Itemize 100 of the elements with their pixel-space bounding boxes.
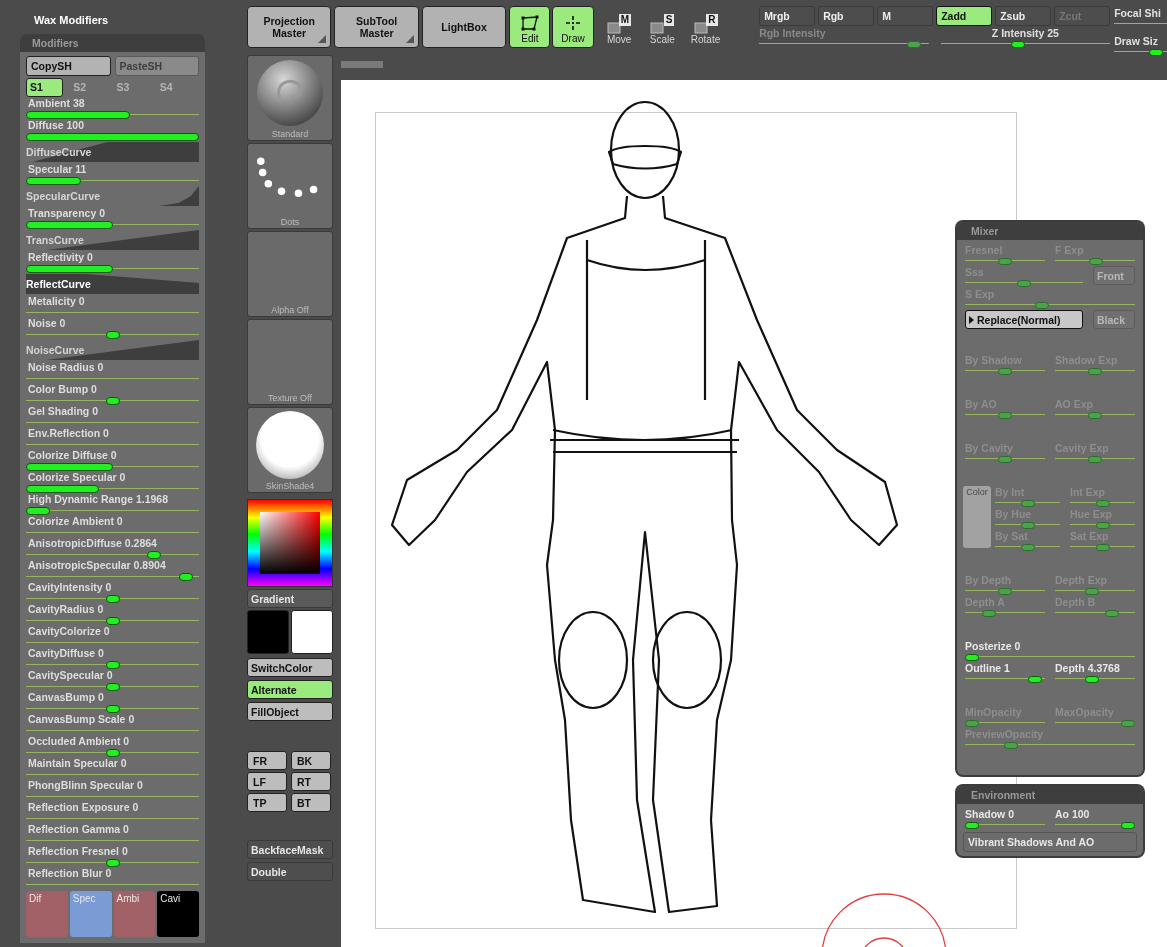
edit-frame-icon (519, 15, 540, 31)
slider-track[interactable] (965, 653, 1135, 660)
slider-label: Posterize 0 (965, 640, 1022, 653)
toggle-button[interactable]: Alternate (247, 680, 333, 699)
view-button[interactable]: BK (291, 751, 331, 770)
slider-label: CavityIntensity 0 (27, 581, 113, 594)
curve-graph[interactable] (26, 274, 199, 294)
slider-track[interactable] (26, 263, 199, 273)
slider-track[interactable] (26, 219, 199, 229)
draw-mode-button[interactable]: Mrgb (759, 6, 816, 26)
section-title[interactable]: Wax Modifiers (20, 12, 205, 34)
toolbar-button[interactable]: LightBox (421, 6, 507, 48)
slider-track[interactable] (1055, 719, 1135, 726)
transform-button[interactable]: M Move (599, 6, 639, 48)
toggle-button[interactable]: SwitchColor (247, 658, 333, 677)
slider-label: Reflection Gamma 0 (27, 823, 130, 836)
tile-label: Dots (280, 217, 300, 228)
transform-button[interactable]: R Rotate (685, 6, 726, 48)
color-swatch[interactable]: Color (963, 486, 991, 548)
slider-thumb[interactable] (105, 617, 120, 625)
slider-label: Outline 1 (965, 662, 1011, 675)
channel-swatch[interactable]: Cavi (157, 891, 199, 937)
view-button[interactable]: FR (247, 751, 287, 770)
view-button[interactable]: LF (247, 772, 287, 791)
slider-thumb[interactable] (105, 683, 120, 691)
slider-label: CanvasBump 0 (27, 691, 105, 704)
color-swatch[interactable] (247, 610, 289, 654)
slider-track[interactable] (26, 461, 199, 471)
shortcut-key: R (706, 14, 718, 26)
view-button[interactable]: TP (247, 793, 287, 812)
slider-track[interactable] (965, 719, 1045, 726)
toggle-button[interactable]: Vibrant Shadows And AO (963, 832, 1137, 852)
mode-button[interactable]: Edit (509, 6, 551, 48)
slider-thumb[interactable] (146, 551, 161, 559)
draw-mode-button[interactable]: Rgb (818, 6, 875, 26)
toggle-button[interactable]: FillObject (247, 702, 333, 721)
transform-button[interactable]: S Scale (642, 6, 682, 48)
slider-thumb[interactable] (105, 595, 120, 603)
view-button[interactable]: BT (291, 793, 331, 812)
slider-track[interactable] (1114, 48, 1167, 55)
gradient-button[interactable]: Gradient (247, 589, 333, 608)
triangle-icon (969, 315, 974, 324)
toolbar-button[interactable]: Projection Master (247, 6, 332, 48)
slider-track[interactable] (965, 675, 1045, 682)
toggle-button[interactable]: BackfaceMask (247, 840, 333, 859)
draw-mode-button[interactable]: Zsub (995, 6, 1052, 26)
slider-thumb[interactable] (1121, 822, 1135, 829)
toolbar-button[interactable]: SubTool Master (334, 6, 419, 48)
slider-label: PhongBlinn Specular 0 (27, 779, 144, 792)
slider-label: Ambient 38 (27, 97, 86, 110)
slider-thumb[interactable] (178, 573, 193, 581)
mode-button[interactable]: Draw (552, 6, 594, 48)
slider-label: Transparency 0 (27, 207, 107, 220)
tile-label: Texture Off (268, 393, 312, 404)
material-sphere-icon (255, 57, 325, 128)
slider-thumb[interactable] (1084, 676, 1099, 683)
slider-label: CavityRadius 0 (27, 603, 105, 616)
slider-track[interactable] (1114, 20, 1167, 27)
color-swatch[interactable] (291, 610, 333, 654)
slider-label: High Dynamic Range 1.1968 (27, 493, 170, 506)
slider-thumb[interactable] (105, 661, 120, 669)
panel-header[interactable]: Mixer (957, 222, 1143, 240)
toggle-button[interactable]: Double (247, 862, 333, 881)
slider-label: Occluded Ambient 0 (27, 735, 131, 748)
view-button[interactable]: RT (291, 772, 331, 791)
tile-label: SkinShade4 (265, 481, 315, 492)
slider-thumb[interactable] (105, 705, 120, 713)
slider-thumb[interactable] (1010, 41, 1025, 48)
slider-label: Diffuse 100 (27, 119, 86, 132)
slider-label: AnisotropicSpecular 0.8904 (27, 559, 167, 572)
channel-swatch[interactable]: Dif (26, 891, 68, 937)
slider-thumb[interactable] (105, 397, 120, 405)
slider-label: Depth 4.3768 (1055, 662, 1121, 675)
slider-thumb[interactable] (965, 654, 979, 661)
curve-label: TransCurve (26, 234, 84, 246)
panel-header[interactable]: Environment (957, 786, 1143, 804)
slider-label: AnisotropicDiffuse 0.2864 (27, 537, 158, 550)
slider-track[interactable] (26, 109, 199, 119)
draw-mode-button[interactable]: M (877, 6, 934, 26)
slider-thumb[interactable] (1149, 49, 1164, 56)
slider-thumb[interactable] (105, 331, 120, 339)
slot-tab[interactable]: S1 (26, 78, 64, 97)
curve-label: DiffuseCurve (26, 146, 92, 158)
slider-label: Colorize Specular 0 (27, 471, 127, 484)
color-picker[interactable] (247, 499, 333, 587)
draw-mode-button[interactable]: Zadd (936, 6, 993, 26)
slider-label: Noise Radius 0 (27, 361, 105, 374)
panel-header[interactable]: Modifiers (20, 34, 205, 52)
slider-label: Gel Shading 0 (27, 405, 99, 418)
slider-thumb[interactable] (105, 749, 120, 757)
slider-thumb[interactable] (105, 859, 120, 867)
slider-thumb[interactable] (1027, 676, 1042, 683)
copy-button[interactable]: CopySH (26, 56, 111, 76)
slider-track[interactable] (1055, 821, 1135, 828)
blend-mode-dropdown[interactable]: Replace(Normal) (965, 310, 1083, 329)
slider-label: Reflection Fresnel 0 (27, 845, 129, 858)
slider-track[interactable] (965, 821, 1045, 828)
slider-label: Colorize Diffuse 0 (27, 449, 118, 462)
slider-thumb[interactable] (965, 822, 979, 829)
channel-swatch[interactable]: Ambi (113, 891, 156, 937)
